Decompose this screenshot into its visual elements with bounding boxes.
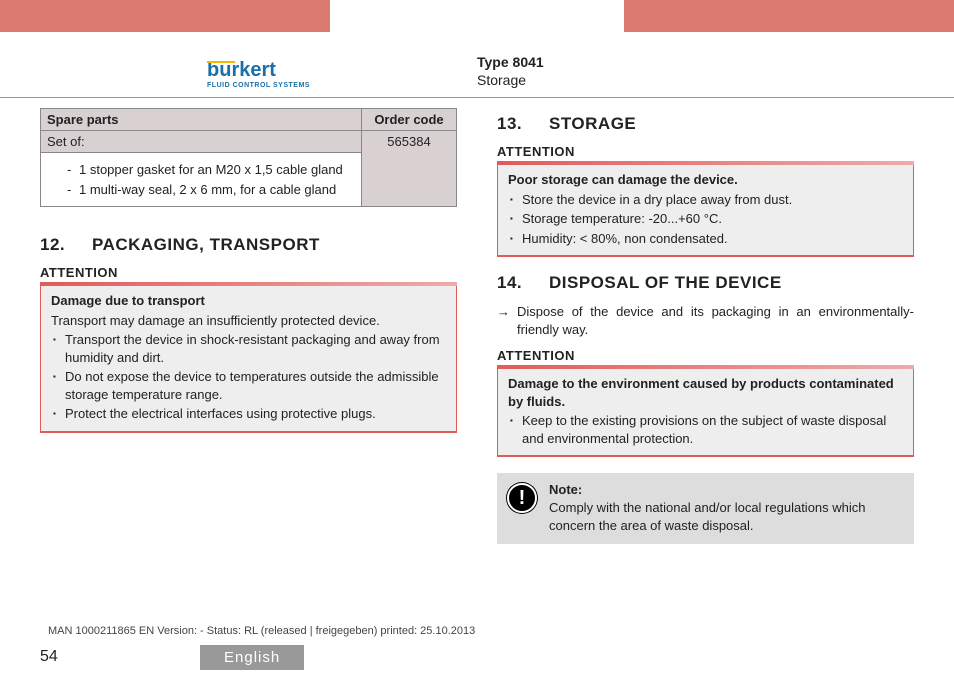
section-12-heading: 12.PACKAGING, TRANSPORT [40, 235, 457, 255]
section-14-arrow-text: Dispose of the device and its packaging … [497, 303, 914, 338]
attn-13-bullet-1: Store the device in a dry place away fro… [508, 191, 903, 209]
note-title: Note: [549, 482, 582, 497]
attn-12-bullet-1: Transport the device in shock-resistant … [51, 331, 446, 366]
set-items-cell: 1 stopper gasket for an M20 x 1,5 cable … [41, 153, 362, 207]
brand-logo: burkert FLUID CONTROL SYSTEMS [207, 59, 310, 89]
doc-section: Storage [477, 71, 914, 89]
logo-area: burkert FLUID CONTROL SYSTEMS [40, 59, 477, 89]
tab-decor-left [0, 0, 330, 32]
spare-item-2: 1 multi-way seal, 2 x 6 mm, for a cable … [67, 180, 355, 200]
attention-label-13: ATTENTION [497, 144, 914, 159]
section-14-heading: 14.DISPOSAL OF THE DEVICE [497, 273, 914, 293]
set-order-code: 565384 [362, 131, 457, 207]
section-12-num: 12. [40, 235, 92, 255]
attention-label-12: ATTENTION [40, 265, 457, 280]
attn-13-bullet-3: Humidity: < 80%, non condensated. [508, 230, 903, 248]
attention-label-14: ATTENTION [497, 348, 914, 363]
doc-type: Type 8041 [477, 53, 914, 71]
attention-box-12: Damage due to transport Transport may da… [40, 286, 457, 433]
attn-13-bullet-2: Storage temperature: -20...+60 °C. [508, 210, 903, 228]
top-tabs [0, 0, 954, 32]
section-14-num: 14. [497, 273, 549, 293]
attn-14-bullet-1: Keep to the existing provisions on the s… [508, 412, 903, 447]
table-header-row: Spare parts Order code [41, 109, 457, 131]
section-14-title: DISPOSAL OF THE DEVICE [549, 273, 782, 292]
header: burkert FLUID CONTROL SYSTEMS Type 8041 … [0, 32, 954, 98]
content-columns: Spare parts Order code Set of: 565384 1 … [0, 98, 954, 618]
tab-decor-right [624, 0, 954, 32]
attn-12-title: Damage due to transport [51, 292, 446, 310]
attention-box-13: Poor storage can damage the device. Stor… [497, 165, 914, 257]
footer-meta: MAN 1000211865 EN Version: - Status: RL … [48, 625, 475, 637]
right-column: 13.STORAGE ATTENTION Poor storage can da… [497, 108, 914, 618]
tab-decor-mid [330, 0, 624, 32]
attn-12-bullet-3: Protect the electrical interfaces using … [51, 405, 446, 423]
footer: 54 English [0, 641, 954, 673]
set-label: Set of: [41, 131, 362, 153]
attn-12-bullet-2: Do not expose the device to temperatures… [51, 368, 446, 403]
logo-subtitle: FLUID CONTROL SYSTEMS [207, 82, 310, 89]
section-12-title: PACKAGING, TRANSPORT [92, 235, 320, 254]
attn-12-intro: Transport may damage an insufficiently p… [51, 312, 446, 330]
language-tab: English [200, 645, 304, 670]
attn-14-title: Damage to the environment caused by prod… [508, 375, 903, 410]
spare-parts-table: Spare parts Order code Set of: 565384 1 … [40, 108, 457, 207]
doc-title-block: Type 8041 Storage [477, 53, 914, 89]
col-spare-parts: Spare parts [41, 109, 362, 131]
section-13-num: 13. [497, 114, 549, 134]
section-13-heading: 13.STORAGE [497, 114, 914, 134]
exclamation-icon: ! [507, 483, 537, 513]
attn-13-title: Poor storage can damage the device. [508, 171, 903, 189]
section-13-title: STORAGE [549, 114, 636, 133]
col-order-code: Order code [362, 109, 457, 131]
spare-item-1: 1 stopper gasket for an M20 x 1,5 cable … [67, 160, 355, 180]
left-column: Spare parts Order code Set of: 565384 1 … [40, 108, 457, 618]
page-number: 54 [0, 648, 200, 666]
note-box: ! Note: Comply with the national and/or … [497, 473, 914, 544]
attention-box-14: Damage to the environment caused by prod… [497, 369, 914, 457]
table-set-row: Set of: 565384 [41, 131, 457, 153]
note-body: Comply with the national and/or local re… [549, 499, 904, 534]
